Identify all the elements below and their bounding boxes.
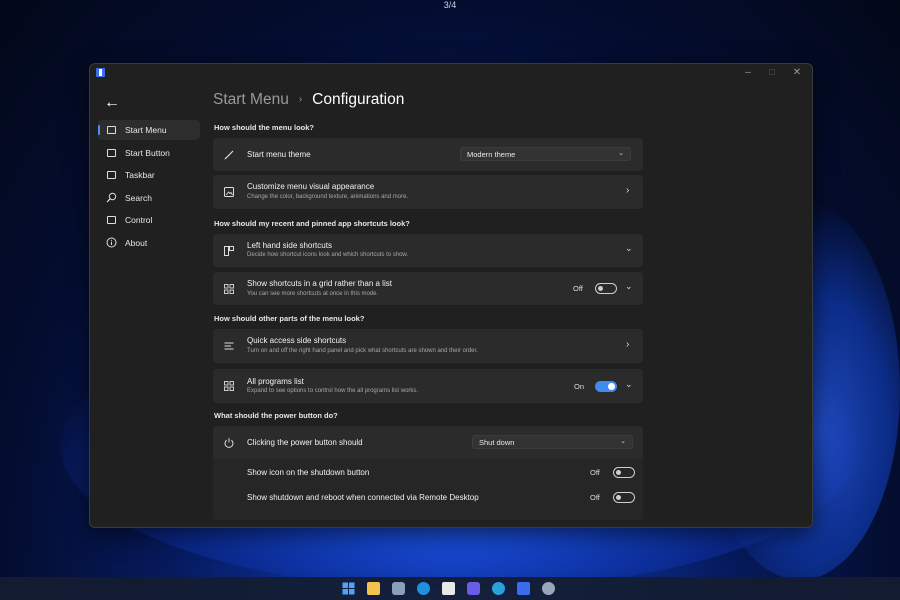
power-suboptions: Show icon on the shutdown button Off Sho… xyxy=(213,459,643,520)
file-explorer-icon[interactable] xyxy=(367,582,380,595)
back-arrow-icon[interactable]: ← xyxy=(104,94,120,112)
camera-icon[interactable] xyxy=(392,582,405,595)
grid-toggle[interactable] xyxy=(595,283,617,294)
power-icon xyxy=(223,437,235,449)
theme-dropdown-value: Modern theme xyxy=(467,150,516,159)
power-action-dropdown[interactable]: Shut down ⌄ xyxy=(472,435,633,449)
theme-dropdown[interactable]: Modern theme ⌄ xyxy=(460,147,631,161)
close-icon[interactable]: ✕ xyxy=(790,66,804,80)
section-heading: How should the menu look? xyxy=(214,123,314,132)
sidebar-nav: Start Menu Start Button Taskbar Search C… xyxy=(98,120,200,256)
app-window: – □ ✕ ← Start Menu Start Button Taskbar … xyxy=(89,63,813,528)
store-icon[interactable] xyxy=(442,582,455,595)
sidebar-item-start-button[interactable]: Start Button xyxy=(98,143,200,163)
settings-gear-icon[interactable] xyxy=(542,582,555,595)
setting-subtitle: Turn on and off the right hand panel and… xyxy=(247,348,478,354)
start11-icon[interactable] xyxy=(517,582,530,595)
remote-desktop-toggle[interactable] xyxy=(613,492,635,503)
lines-icon xyxy=(223,340,235,352)
setting-subtitle: Change the color, background texture, an… xyxy=(247,194,409,200)
taskbar xyxy=(0,577,900,600)
toggle-state-label: Off xyxy=(590,493,600,502)
sidebar-item-label: About xyxy=(125,237,148,248)
setting-grid-shortcuts: Show shortcuts in a grid rather than a l… xyxy=(213,272,643,305)
setting-title: Show icon on the shutdown button xyxy=(247,468,370,477)
breadcrumb-parent[interactable]: Start Menu xyxy=(213,91,289,108)
setting-title: Left hand side shortcuts xyxy=(247,241,332,250)
grid-icon xyxy=(223,283,235,295)
page-title: Configuration xyxy=(312,91,405,108)
setting-subtitle: You can see more shortcuts at once in th… xyxy=(247,291,379,297)
sidebar-item-label: Control xyxy=(125,215,153,226)
sidebar-item-search[interactable]: Search xyxy=(98,188,200,208)
windows-start-icon[interactable] xyxy=(342,582,355,595)
setting-title: Start menu theme xyxy=(247,150,311,159)
paintbrush-icon xyxy=(223,149,235,161)
edge-icon[interactable] xyxy=(417,582,430,595)
start-menu-icon xyxy=(106,125,117,136)
section-heading: What should the power button do? xyxy=(214,411,338,420)
chevron-down-icon: ⌄ xyxy=(620,438,626,445)
setting-title: Quick access side shortcuts xyxy=(247,336,347,345)
sidebar-item-about[interactable]: About xyxy=(98,233,200,253)
setting-quick-access[interactable]: Quick access side shortcuts Turn on and … xyxy=(213,329,643,363)
toggle-state-label: Off xyxy=(590,468,600,477)
toggle-state-label: Off xyxy=(573,284,583,293)
setting-power-button: Clicking the power button should Shut do… xyxy=(213,426,643,520)
power-action-value: Shut down xyxy=(479,438,515,447)
setting-title: Clicking the power button should xyxy=(247,438,363,447)
setting-start-menu-theme: Start menu theme Modern theme ⌄ xyxy=(213,138,643,171)
start-button-icon xyxy=(106,147,117,158)
setting-subtitle: Expand to see options to control how the… xyxy=(247,388,419,394)
search-icon xyxy=(106,192,117,203)
maximize-icon[interactable]: □ xyxy=(765,66,779,80)
setting-title: Show shortcuts in a grid rather than a l… xyxy=(247,279,392,288)
control-icon xyxy=(106,215,117,226)
taskbar-icon xyxy=(106,170,117,181)
section-heading: How should my recent and pinned app shor… xyxy=(214,219,410,228)
breadcrumb-separator: › xyxy=(298,94,303,105)
setting-all-programs: All programs list Expand to see options … xyxy=(213,369,643,403)
chevron-right-icon: › xyxy=(626,339,630,350)
info-icon xyxy=(106,237,117,248)
chevron-down-icon: ⌄ xyxy=(618,150,624,157)
sidebar-item-control[interactable]: Control xyxy=(98,210,200,230)
sidebar-item-label: Search xyxy=(125,192,152,203)
screenshot-counter: 3/4 xyxy=(443,0,457,10)
setting-title: Show shutdown and reboot when connected … xyxy=(247,493,479,502)
toggle-state-label: On xyxy=(574,382,585,391)
chevron-right-icon: › xyxy=(626,185,630,196)
sidebar-item-label: Start Menu xyxy=(125,125,167,135)
chevron-down-icon[interactable]: ⌄ xyxy=(625,281,633,292)
teams-icon[interactable] xyxy=(467,582,480,595)
shortcuts-icon xyxy=(223,245,235,257)
chevron-down-icon[interactable]: ⌄ xyxy=(625,243,633,254)
sidebar-item-label: Start Button xyxy=(125,147,170,158)
grid-icon xyxy=(223,380,235,392)
sidebar-item-label: Taskbar xyxy=(125,170,155,181)
image-icon xyxy=(223,186,235,198)
setting-title: All programs list xyxy=(247,377,304,386)
minimize-icon[interactable]: – xyxy=(741,66,755,80)
sidebar-item-taskbar[interactable]: Taskbar xyxy=(98,165,200,185)
setting-left-shortcuts[interactable]: Left hand side shortcuts Decide how shor… xyxy=(213,234,643,267)
breadcrumb: Start Menu › Configuration xyxy=(213,91,404,109)
app-icon xyxy=(96,68,105,77)
chevron-down-icon[interactable]: ⌄ xyxy=(625,379,633,390)
setting-title: Customize menu visual appearance xyxy=(247,182,375,191)
setting-subtitle: Decide how shortcut icons look and which… xyxy=(247,252,409,258)
all-programs-toggle[interactable] xyxy=(595,381,617,392)
section-heading: How should other parts of the menu look? xyxy=(214,314,365,323)
title-bar: – □ ✕ xyxy=(90,64,812,82)
shutdown-icon-toggle[interactable] xyxy=(613,467,635,478)
sidebar-item-start-menu[interactable]: Start Menu xyxy=(98,120,200,140)
setting-customize-appearance[interactable]: Customize menu visual appearance Change … xyxy=(213,175,643,209)
browser-icon[interactable] xyxy=(492,582,505,595)
